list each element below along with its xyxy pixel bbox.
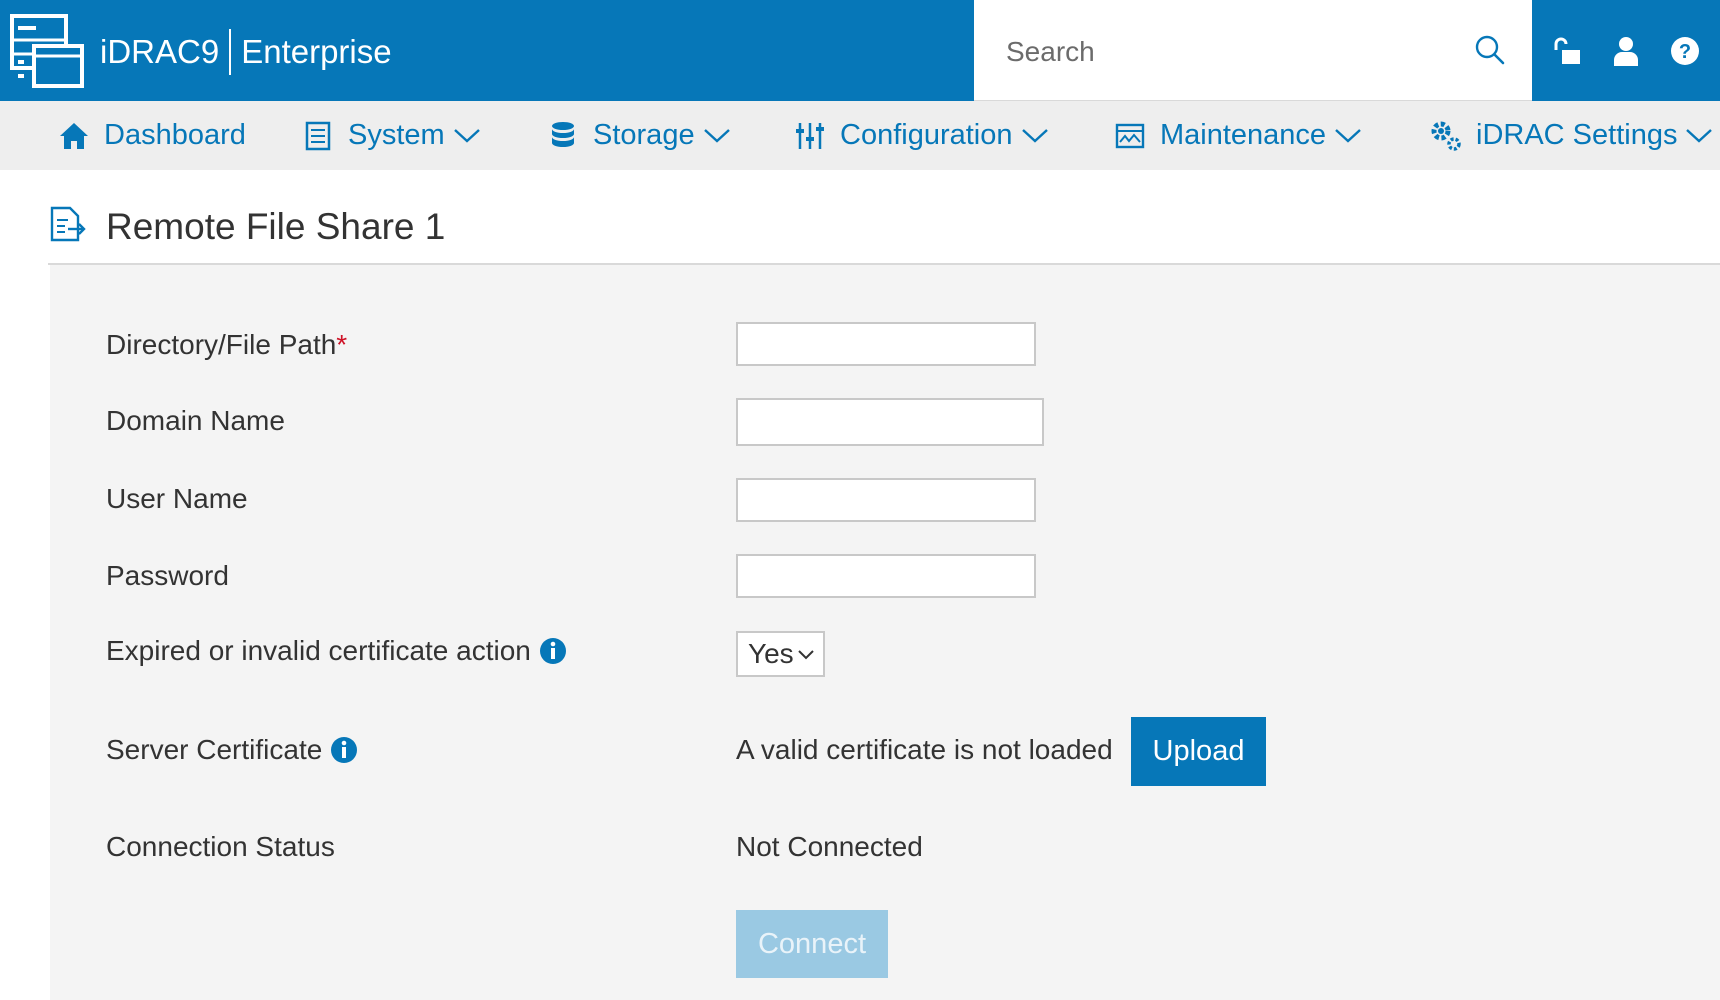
domain-input[interactable] [736,398,1044,446]
search-box [974,0,1532,101]
chevron-down-icon [1021,128,1048,143]
help-icon[interactable]: ? [1669,34,1701,68]
svg-text:?: ? [1679,41,1691,63]
info-icon[interactable] [539,637,567,665]
nav-system[interactable]: System [302,101,481,170]
sliders-icon [794,120,826,152]
chevron-down-icon [1335,128,1361,143]
domain-label: Domain Name [106,405,285,436]
password-input[interactable] [736,554,1036,598]
remote-share-form: Directory/File Path * Domain Name User Na… [50,265,1720,1000]
lock-icon[interactable] [1551,34,1583,68]
chevron-down-icon [1686,128,1713,143]
user-icon[interactable] [1610,34,1642,68]
connect-button[interactable]: Connect [736,910,888,978]
main-nav: Dashboard System Storage Configuration M… [0,101,1720,170]
cert-action-value: Yes [748,638,794,669]
home-icon [58,120,90,152]
nav-idrac-settings[interactable]: iDRAC Settings [1430,101,1713,170]
nav-label: iDRAC Settings [1476,119,1678,151]
nav-maintenance[interactable]: Maintenance [1114,101,1362,170]
cert-action-label: Expired or invalid certificate action [106,635,567,667]
search-input[interactable] [1006,30,1456,74]
nav-dashboard[interactable]: Dashboard [58,101,246,170]
brand-divider [229,29,232,75]
path-label: Directory/File Path * [106,329,347,361]
conn-status-value: Not Connected [736,831,923,862]
username-input[interactable] [736,478,1036,522]
server-cert-label-text: Server Certificate [106,734,323,765]
nav-label: Maintenance [1160,119,1327,151]
file-share-icon [50,206,86,242]
cert-action-select[interactable]: Yes [736,631,825,677]
username-label: User Name [106,483,248,514]
server-icon [302,120,334,152]
conn-status-label: Connection Status [106,831,335,862]
nav-label: Dashboard [104,119,246,151]
gears-icon [1430,120,1462,152]
page-title: Remote File Share 1 [106,206,446,247]
nav-storage[interactable]: Storage [547,101,731,170]
database-icon [547,120,579,152]
monitor-chart-icon [1114,120,1146,152]
info-icon[interactable] [330,736,358,764]
edition-name: Enterprise [241,33,392,70]
search-icon[interactable] [1474,34,1506,66]
brand-title: iDRAC9 Enterprise [100,29,392,75]
nav-label: Storage [593,119,695,151]
required-mark: * [336,329,348,360]
chevron-down-icon [798,650,814,660]
idrac-logo-icon [10,14,84,88]
server-cert-status: A valid certificate is not loaded [736,734,1113,765]
chevron-down-icon [703,128,730,143]
password-label: Password [106,560,229,591]
cert-action-label-text: Expired or invalid certificate action [106,635,531,666]
nav-label: System [348,119,445,151]
upload-button[interactable]: Upload [1131,717,1266,786]
top-header: iDRAC9 Enterprise ? [0,0,1720,101]
product-name: iDRAC9 [100,33,220,70]
header-actions: ? [1532,0,1720,101]
nav-configuration[interactable]: Configuration [794,101,1049,170]
path-input[interactable] [736,322,1036,366]
page-header: Remote File Share 1 [48,170,1720,265]
server-cert-label: Server Certificate [106,734,358,766]
chevron-down-icon [453,128,480,143]
path-label-text: Directory/File Path [106,329,337,360]
nav-label: Configuration [840,119,1013,151]
